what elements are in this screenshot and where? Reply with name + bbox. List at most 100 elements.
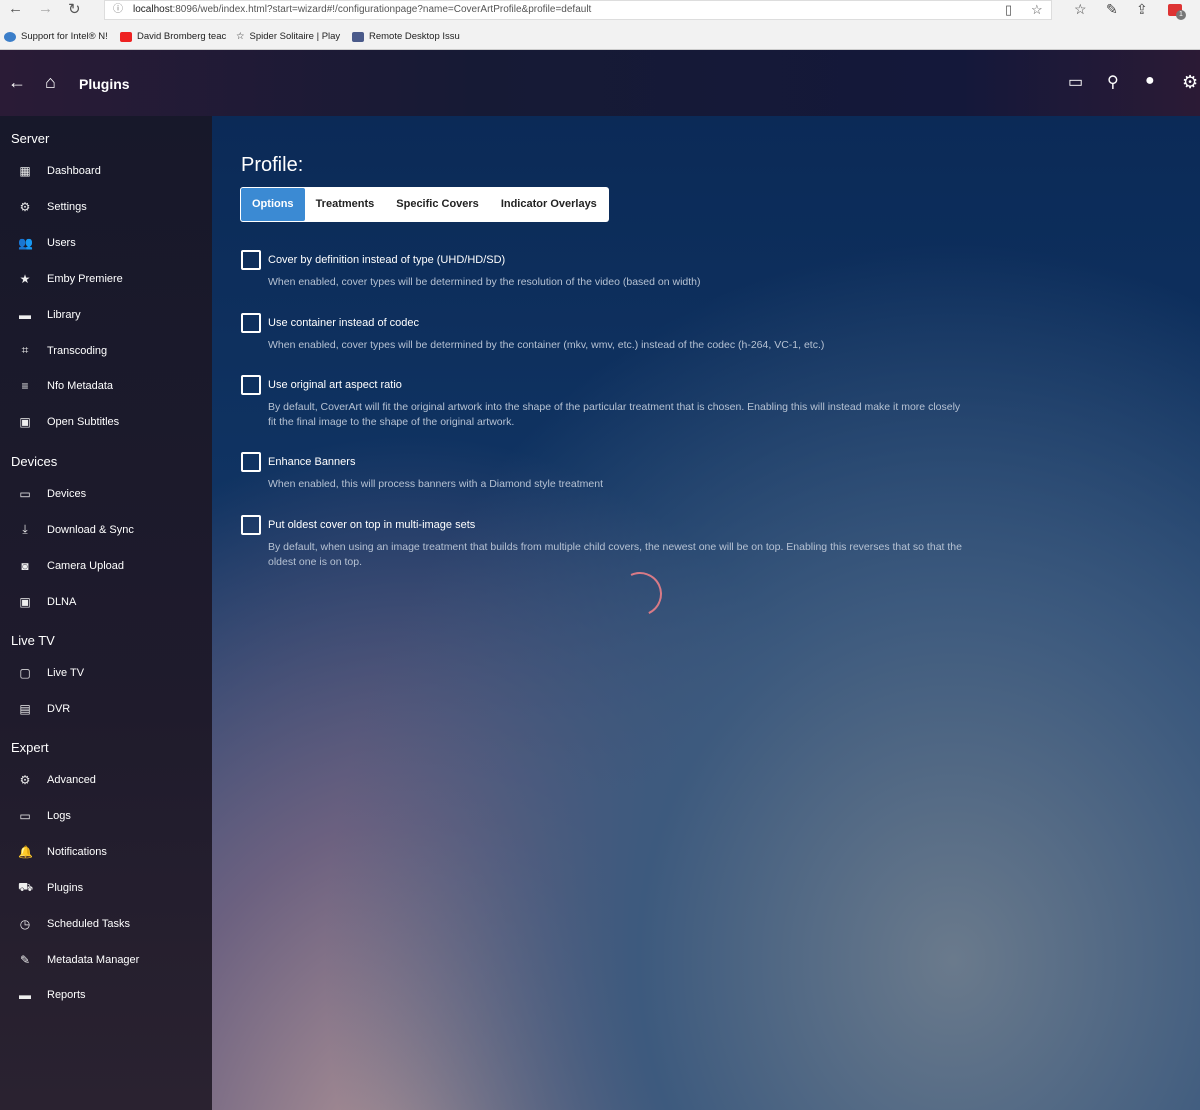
reading-view-icon[interactable]: ▯ — [1005, 1, 1012, 19]
sidebar-item-scheduled-tasks[interactable]: ◷ Scheduled Tasks — [0, 909, 212, 939]
sidebar-item-camera-upload[interactable]: ◙ Camera Upload — [0, 551, 212, 581]
sidebar-item-label: Transcoding — [47, 344, 108, 357]
info-icon: ⓘ — [113, 4, 123, 15]
sidebar-item-label: Devices — [47, 488, 87, 500]
sidebar-item-nfo-metadata[interactable]: ≡ Nfo Metadata — [0, 371, 212, 401]
refresh-icon[interactable]: ↻ — [68, 0, 81, 18]
sidebar-item-label: DVR — [47, 702, 71, 715]
tab-treatments[interactable]: Treatments — [305, 188, 386, 221]
loading-spinner — [611, 565, 669, 623]
dvr-icon: ▤ — [19, 701, 31, 716]
forward-icon[interactable]: → — [38, 0, 53, 17]
sidebar-item-plugins[interactable]: ⛟ Plugins — [0, 873, 212, 903]
sidebar: Server ▦ Dashboard ⚙ Settings 👥 Users ★ Emby Pre… — [0, 116, 212, 1110]
sidebar-item-label: Live TV — [47, 667, 85, 679]
sidebar-item-label: DLNA — [47, 595, 77, 608]
user-icon[interactable]: ● — [1145, 72, 1155, 90]
sidebar-item-label: Metadata Manager — [47, 953, 140, 966]
bookmark-intel[interactable]: Support for Intel® N! — [4, 31, 108, 42]
bookmark-label: Remote Desktop Issu — [369, 31, 460, 42]
cast-icon[interactable]: ▭ — [1068, 72, 1083, 92]
extension-icon[interactable]: 1 — [1168, 4, 1186, 20]
sidebar-item-transcoding[interactable]: ⌗ Transcoding — [0, 336, 212, 366]
option-label[interactable]: Cover by definition instead of type (UHD… — [268, 254, 505, 266]
extension-badge: 1 — [1176, 10, 1186, 20]
pen-icon[interactable]: ✎ — [1106, 1, 1118, 18]
sidebar-item-dvr[interactable]: ▤ DVR — [0, 694, 212, 724]
address-bar[interactable]: ⓘ localhost:8096/web/index.html?start=wi… — [104, 0, 1052, 20]
option-checkbox[interactable] — [241, 375, 261, 395]
sidebar-item-download-sync[interactable]: ⤓ Download & Sync — [0, 515, 212, 545]
sidebar-item-dashboard[interactable]: ▦ Dashboard — [0, 156, 212, 186]
sidebar-item-devices[interactable]: ▭ Devices — [0, 479, 212, 509]
bookmark-remote-desktop[interactable]: Remote Desktop Issu — [352, 31, 460, 42]
advanced-icon: ⚙ — [19, 773, 31, 787]
option-description: When enabled, cover types will be determ… — [268, 276, 701, 288]
sidebar-item-dlna[interactable]: ▣ DLNA — [0, 587, 212, 617]
sidebar-item-label: Camera Upload — [47, 559, 125, 572]
sidebar-item-label: Users — [47, 236, 76, 249]
sidebar-item-label: Plugins — [47, 881, 84, 894]
live-tv-icon: ▢ — [19, 666, 31, 680]
sidebar-item-label: Download & Sync — [47, 523, 134, 536]
page-header-title: Plugins — [79, 76, 130, 92]
emby-premiere-icon: ★ — [19, 271, 31, 286]
option-description: By default, CoverArt will fit the origin… — [268, 401, 961, 428]
option-label[interactable]: Put oldest cover on top in multi-image s… — [268, 519, 475, 531]
sidebar-item-advanced[interactable]: ⚙ Advanced — [0, 765, 212, 795]
main-content: Profile: Options Treatments Specific Cov… — [212, 116, 1200, 1110]
devices-icon: ▭ — [19, 487, 31, 501]
dlna-icon: ▣ — [19, 594, 31, 609]
option-checkbox[interactable] — [241, 452, 261, 472]
option-label[interactable]: Use container instead of codec — [268, 317, 419, 329]
tab-indicator-overlays[interactable]: Indicator Overlays — [490, 188, 608, 221]
sidebar-section-header: Devices — [11, 454, 58, 469]
sidebar-item-notifications[interactable]: 🔔 Notifications — [0, 837, 212, 867]
sidebar-section-header: Expert — [11, 740, 49, 755]
option-label[interactable]: Enhance Banners — [268, 456, 355, 468]
page-title: Profile: — [241, 154, 304, 176]
option-checkbox[interactable] — [241, 250, 261, 270]
sidebar-item-users[interactable]: 👥 Users — [0, 228, 212, 258]
sidebar-item-logs[interactable]: ▭ Logs — [0, 801, 212, 831]
option-description: When enabled, this will process banners … — [268, 478, 603, 490]
search-icon[interactable]: ⚲ — [1107, 72, 1119, 92]
sidebar-item-emby-premiere[interactable]: ★ Emby Premiere — [0, 264, 212, 294]
tab-bar: Options Treatments Specific Covers Indic… — [240, 187, 609, 222]
home-icon[interactable]: ⌂ — [45, 72, 56, 93]
app-header: ← ⌂ Plugins ▭ ⚲ ● ⚙ — [0, 50, 1200, 116]
settings-icon: ⚙ — [19, 199, 31, 214]
sidebar-item-settings[interactable]: ⚙ Settings — [0, 192, 212, 222]
dashboard-icon: ▦ — [19, 164, 31, 178]
back-arrow-icon[interactable]: ← — [8, 72, 26, 93]
sidebar-section-header: Server — [11, 131, 50, 146]
option-checkbox[interactable] — [241, 515, 261, 535]
favorites-icon[interactable]: ☆ — [1074, 1, 1087, 18]
browser-chrome: ← → ↻ ⓘ localhost:8096/web/index.html?st… — [0, 0, 1200, 50]
open-subtitles-icon: ▣ — [19, 415, 31, 430]
tab-specific-covers[interactable]: Specific Covers — [385, 188, 490, 221]
gear-icon[interactable]: ⚙ — [1182, 72, 1198, 93]
logs-icon: ▭ — [19, 808, 31, 823]
download-sync-icon: ⤓ — [22, 522, 28, 537]
bookmark-youtube[interactable]: David Bromberg teac — [120, 31, 226, 42]
tab-options[interactable]: Options — [241, 188, 305, 221]
favorite-star-icon[interactable]: ☆ — [1031, 1, 1043, 19]
share-icon[interactable]: ⇪ — [1136, 1, 1148, 18]
sidebar-item-metadata-manager[interactable]: ✎ Metadata Manager — [0, 945, 212, 975]
sidebar-item-label: Advanced — [47, 774, 96, 786]
sidebar-item-reports[interactable]: ▬ Reports — [0, 980, 212, 1010]
sidebar-item-library[interactable]: ▬ Library — [0, 300, 212, 330]
sidebar-item-open-subtitles[interactable]: ▣ Open Subtitles — [0, 407, 212, 437]
sidebar-item-label: Notifications — [47, 845, 107, 858]
nfo-metadata-icon: ≡ — [21, 379, 29, 394]
bookmark-solitaire[interactable]: ☆ Spider Solitaire | Play — [236, 31, 340, 42]
sidebar-item-label: Open Subtitles — [47, 416, 120, 429]
url-host: localhost — [133, 4, 173, 15]
reports-icon: ▬ — [19, 988, 31, 1003]
option-checkbox[interactable] — [241, 313, 261, 333]
option-label[interactable]: Use original art aspect ratio — [268, 379, 402, 391]
back-icon[interactable]: ← — [8, 0, 23, 17]
sidebar-item-label: Scheduled Tasks — [47, 917, 130, 930]
sidebar-item-live-tv[interactable]: ▢ Live TV — [0, 658, 212, 688]
